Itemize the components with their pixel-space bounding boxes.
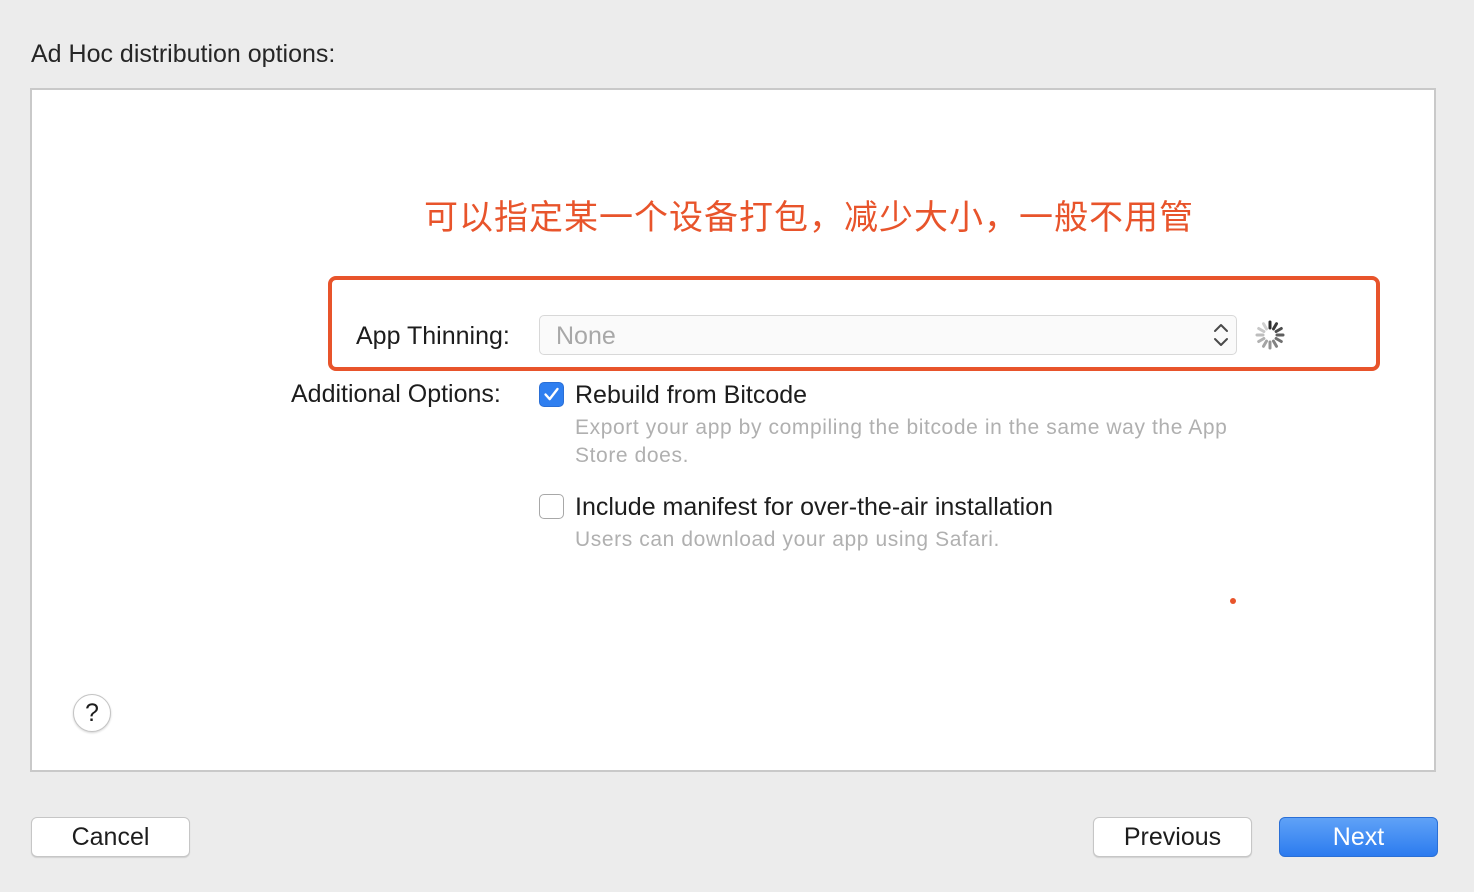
app-thinning-select[interactable]: None <box>539 315 1237 355</box>
app-thinning-label: App Thinning: <box>356 322 510 350</box>
page-title: Ad Hoc distribution options: <box>31 40 336 68</box>
include-manifest-checkbox[interactable] <box>539 494 564 519</box>
app-thinning-value: None <box>556 322 616 350</box>
checkmark-icon <box>544 387 559 401</box>
include-manifest-label[interactable]: Include manifest for over-the-air instal… <box>575 493 1053 522</box>
help-button[interactable]: ? <box>73 694 111 732</box>
rebuild-from-bitcode-checkbox[interactable] <box>539 382 564 407</box>
previous-button[interactable]: Previous <box>1093 817 1252 857</box>
next-button[interactable]: Next <box>1279 817 1438 857</box>
up-down-chevron-icon <box>1214 324 1228 346</box>
rebuild-from-bitcode-description: Export your app by compiling the bitcode… <box>575 416 1228 467</box>
options-panel: 可以指定某一个设备打包，减少大小，一般不用管 App Thinning: Non… <box>30 88 1436 772</box>
annotation-dot <box>1230 598 1236 604</box>
rebuild-from-bitcode-label[interactable]: Rebuild from Bitcode <box>575 381 807 410</box>
additional-options-label: Additional Options: <box>291 380 501 408</box>
include-manifest-description: Users can download your app using Safari… <box>575 528 1000 551</box>
cancel-button[interactable]: Cancel <box>31 817 190 857</box>
annotation-note: 可以指定某一个设备打包，减少大小，一般不用管 <box>424 198 1194 238</box>
loading-spinner-icon <box>1255 320 1285 350</box>
